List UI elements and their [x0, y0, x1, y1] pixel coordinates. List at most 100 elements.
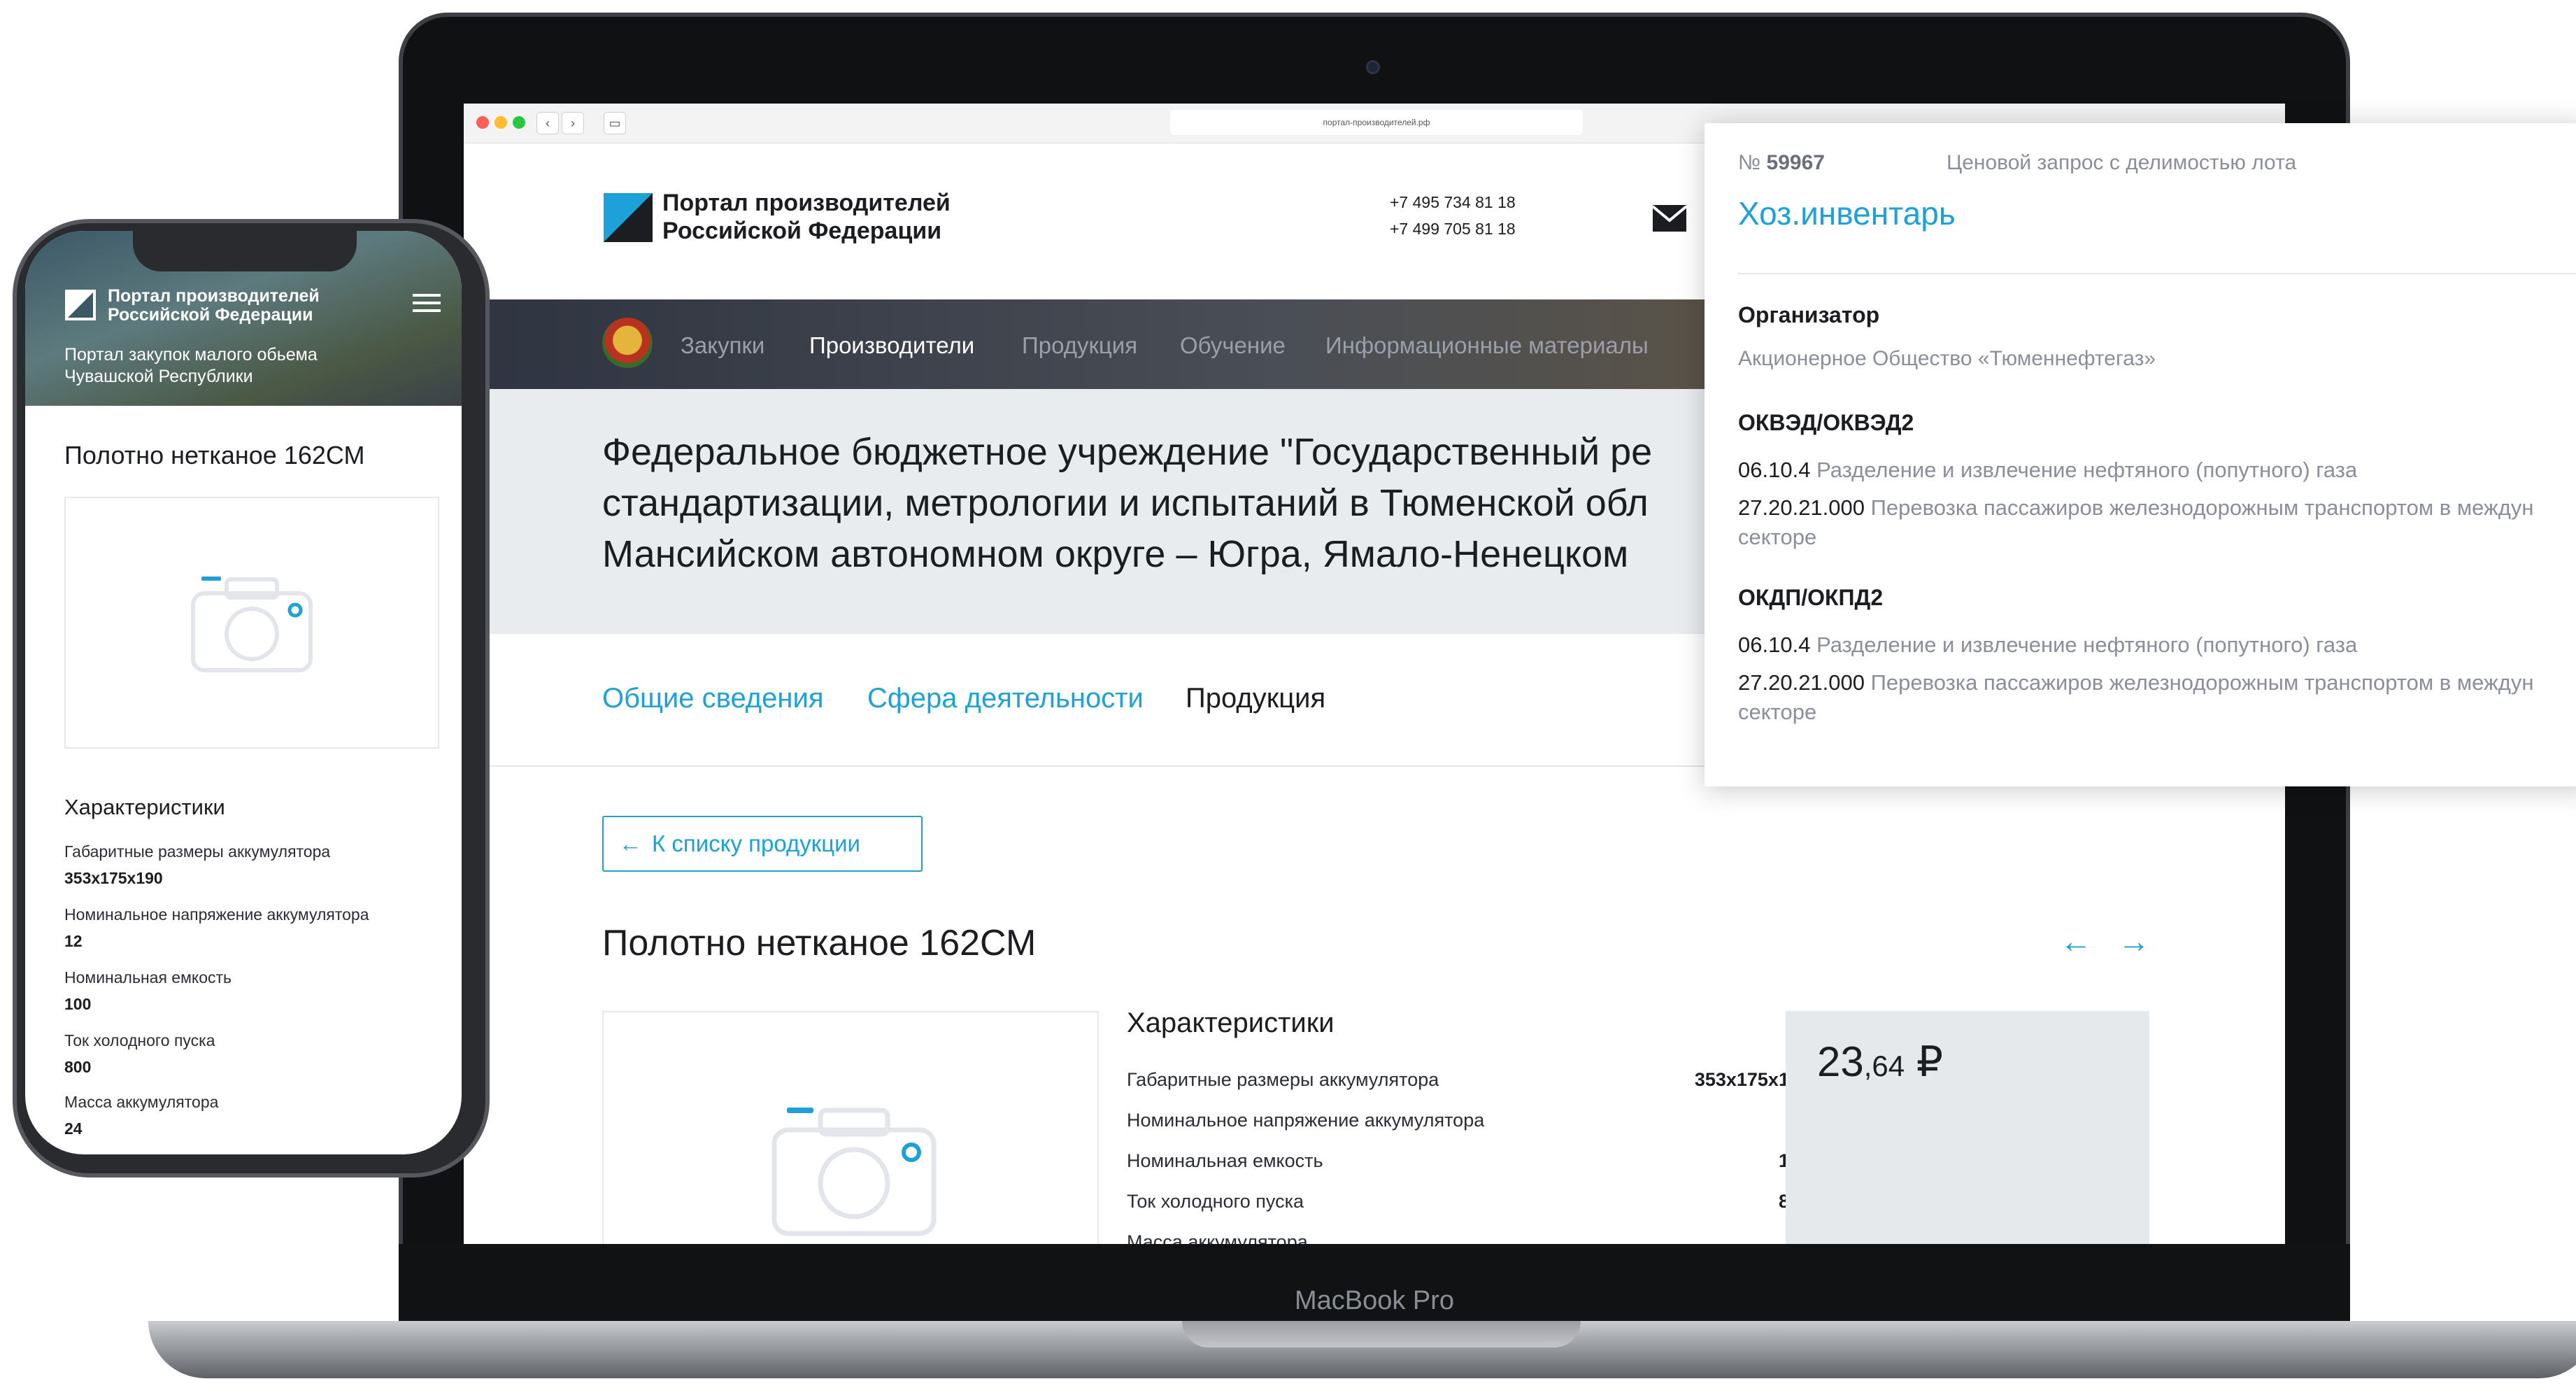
organizer-name: Акционерное Общество «Тюменнефтегаз» [1738, 347, 2156, 370]
address-bar[interactable]: портал-производителей.рф [1170, 110, 1583, 135]
price-main: 23 [1817, 1038, 1864, 1085]
region-emblem-icon [602, 318, 653, 368]
phone-spec-value: 12 [64, 932, 83, 950]
okpd-code: 27.20.21.000 [1738, 670, 1865, 695]
prev-product-arrow-icon[interactable]: ← [2060, 922, 2092, 960]
phone-logo-line-1: Портал производителей [108, 286, 320, 306]
close-window-button[interactable] [476, 116, 489, 129]
phone-spec-value: 24 [64, 1119, 83, 1138]
okpd-code: 06.10.4 [1738, 632, 1811, 657]
phone-number-2[interactable]: +7 499 705 81 18 [1390, 220, 1516, 239]
okved-label: ОКВЭД/ОКВЭД2 [1738, 410, 1914, 435]
chevron-left-icon[interactable]: ‹ [536, 112, 559, 134]
phone-product-title: Полотно нетканое 162СМ [64, 441, 365, 469]
product-image-placeholder [602, 1011, 1099, 1244]
laptop-base-notch [1182, 1321, 1581, 1348]
phone-number-1[interactable]: +7 495 734 81 18 [1390, 193, 1516, 212]
spec-label: Ток холодного пуска [1127, 1191, 1304, 1212]
phone-spec-label: Номинальное напряжение аккумулятора [64, 905, 369, 924]
procurement-card[interactable]: № 59967 Ценовой запрос с делимостью лота… [1705, 123, 2576, 786]
okved-desc-continued: секторе [1738, 525, 1817, 549]
back-to-products-button[interactable]: ← К списку продукции [602, 816, 923, 872]
sidebar-icon[interactable]: ▭ [604, 112, 626, 134]
phone-subtitle-line-2: Чувашской Республики [64, 367, 253, 386]
okpd-desc: Разделение и извлечение нефтяного (попут… [1816, 632, 2358, 657]
camera-icon [1366, 60, 1380, 74]
okved-item: 06.10.4 Разделение и извлечение нефтяног… [1738, 458, 2357, 483]
phone-spec-label: Габаритные размеры аккумулятора [64, 842, 331, 861]
okved-code: 27.20.21.000 [1738, 495, 1865, 520]
nav-item-info-materials[interactable]: Информационные материалы [1325, 332, 1649, 359]
procurement-type: Ценовой запрос с делимостью лота [1947, 151, 2297, 174]
product-title: Полотно нетканое 162СМ [602, 923, 1037, 963]
okpd-label: ОКДП/ОКПД2 [1738, 585, 1884, 610]
org-title-line-3: Мансийском автономном округе – Югра, Яма… [602, 533, 1629, 575]
lot-number-prefix: № [1738, 151, 1761, 174]
spec-value: 24 [1576, 1231, 1810, 1244]
zoom-window-button[interactable] [513, 116, 525, 129]
okved-item: 27.20.21.000 Перевозка пассажиров железн… [1738, 495, 2534, 521]
nav-item-manufacturers[interactable]: Производители [809, 332, 974, 359]
phone-logo-text[interactable]: Портал производителей Российской Федерац… [108, 287, 320, 325]
phone-portal-subtitle: Портал закупок малого обьема Чувашской Р… [64, 344, 318, 388]
phone-spec-label: Номинальная емкость [64, 968, 232, 987]
logo-line-2: Российской Федерации [662, 218, 942, 244]
characteristics-title: Характеристики [1127, 1007, 1335, 1038]
organizer-label: Организатор [1738, 302, 1880, 327]
spec-label: Номинальная емкость [1127, 1150, 1323, 1171]
lot-number-value: 59967 [1766, 151, 1825, 174]
laptop-brand-label: MacBook Pro [1294, 1286, 1455, 1315]
spec-value: 800 [1576, 1191, 1810, 1212]
phone-spec-label: Ток холодного пуска [64, 1031, 215, 1049]
okved-desc: Перевозка пассажиров железнодорожным тра… [1870, 495, 2534, 520]
org-title-line-2: стандартизации, метрологии и испытаний в… [602, 482, 1649, 524]
spec-value: 100 [1576, 1150, 1810, 1172]
card-divider [1738, 273, 2576, 274]
logo-line-1: Портал производителей [662, 190, 951, 216]
okpd-item: 06.10.4 Разделение и извлечение нефтяног… [1738, 632, 2357, 658]
tab-general-info[interactable]: Общие сведения [602, 683, 823, 714]
phone-notch [133, 231, 357, 271]
okved-desc: Разделение и извлечение нефтяного (попут… [1816, 458, 2358, 482]
product-price: 23,64 ₽ [1817, 1038, 1943, 1087]
okpd-desc-continued: секторе [1738, 700, 1817, 724]
nav-item-products[interactable]: Продукция [1022, 332, 1137, 359]
phone-subtitle-line-1: Портал закупок малого обьема [64, 345, 318, 365]
phone-spec-value: 100 [64, 995, 92, 1013]
back-button-label: К списку продукции [652, 830, 860, 856]
arrow-left-icon: ← [619, 830, 642, 856]
site-logo-icon[interactable] [604, 193, 653, 242]
phone-spec-label: Масса аккумулятора [64, 1093, 219, 1111]
site-logo-text[interactable]: Портал производителей Российской Федерац… [662, 189, 951, 245]
spec-value: 12 [1576, 1110, 1810, 1131]
okved-code: 06.10.4 [1738, 458, 1811, 482]
phone-spec-value: 353x175x190 [64, 869, 163, 887]
procurement-title[interactable]: Хоз.инвентарь [1738, 195, 1956, 232]
tab-products[interactable]: Продукция [1186, 683, 1325, 714]
currency-symbol: ₽ [1916, 1038, 1943, 1085]
hamburger-icon[interactable] [413, 292, 441, 317]
tab-activity-sphere[interactable]: Сфера деятельности [867, 683, 1144, 714]
mail-icon[interactable] [1651, 205, 1688, 235]
camera-placeholder-icon [771, 1108, 937, 1236]
minimize-window-button[interactable] [494, 116, 507, 129]
camera-placeholder-icon [191, 577, 313, 672]
okpd-desc: Перевозка пассажиров железнодорожным тра… [1870, 670, 2534, 695]
next-product-arrow-icon[interactable]: → [2118, 922, 2150, 960]
okved-item-continuation: секторе [1738, 525, 1816, 550]
spec-label: Масса аккумулятора [1127, 1231, 1308, 1244]
phone-logo-line-2: Российской Федерации [108, 305, 313, 325]
organization-title: Федеральное бюджетное учреждение "Госуда… [602, 427, 1791, 580]
spec-label: Номинальное напряжение аккумулятора [1127, 1110, 1485, 1131]
phone-logo-icon[interactable] [65, 290, 96, 320]
price-fraction: ,64 [1863, 1049, 1905, 1082]
lot-number: № 59967 [1738, 151, 1825, 175]
nav-item-purchases[interactable]: Закупки [681, 332, 764, 359]
okpd-item-continuation: секторе [1738, 700, 1816, 725]
phone-screen: Портал производителей Российской Федерац… [25, 231, 462, 1154]
spec-value: 353x175x190 [1694, 1069, 1810, 1090]
spec-label: Габаритные размеры аккумулятора [1127, 1069, 1439, 1090]
phone-product-image-placeholder [64, 497, 439, 749]
chevron-right-icon[interactable]: › [562, 112, 584, 134]
nav-item-education[interactable]: Обучение [1180, 332, 1286, 359]
